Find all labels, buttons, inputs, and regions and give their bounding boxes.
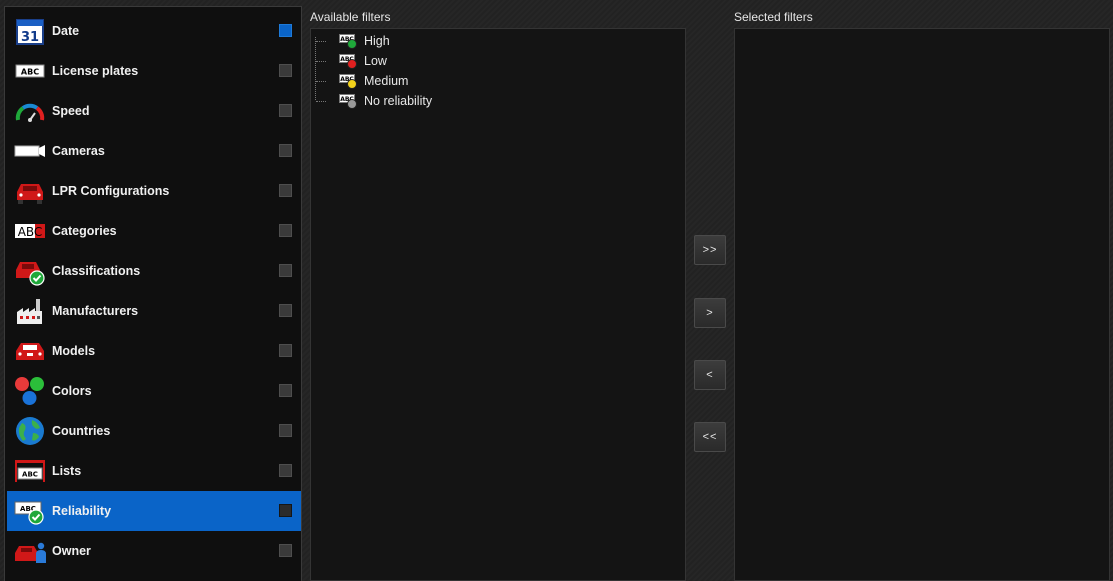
filter-item-label: Owner (52, 544, 91, 558)
available-item-label: High (364, 34, 390, 48)
remove-all-button[interactable]: << (694, 422, 726, 452)
lists-checkbox[interactable] (279, 464, 292, 477)
reliability-icon: ABC (14, 495, 46, 527)
filter-item-lists[interactable]: ABC Lists (7, 451, 301, 491)
filter-category-panel: 31 Date ABC License plates Speed Cameras… (4, 6, 302, 581)
no-reliability-icon: ABC (339, 93, 357, 109)
manufacturers-checkbox[interactable] (279, 304, 292, 317)
add-all-button[interactable]: >> (694, 235, 726, 265)
filter-item-label: LPR Configurations (52, 184, 170, 198)
svg-text:ABC: ABC (18, 225, 43, 239)
colors-checkbox[interactable] (279, 384, 292, 397)
medium-reliability-icon: ABC (339, 73, 357, 89)
classifications-checkbox[interactable] (279, 264, 292, 277)
available-item-low[interactable]: ABC Low (311, 51, 387, 71)
available-item-label: Low (364, 54, 387, 68)
filter-item-label: Date (52, 24, 80, 38)
cameras-checkbox[interactable] (279, 144, 292, 157)
filter-item-reliability[interactable]: ABC Reliability (7, 491, 301, 531)
filter-item-date[interactable]: 31 Date (7, 11, 301, 51)
filter-item-owner[interactable]: Owner (7, 531, 301, 571)
filter-item-label: Models (52, 344, 96, 358)
svg-text:ABC: ABC (21, 68, 39, 77)
available-item-no-reliability[interactable]: ABC No reliability (311, 91, 432, 111)
low-reliability-icon: ABC (339, 53, 357, 69)
date-checkbox[interactable] (279, 24, 292, 37)
filter-item-models[interactable]: Models (7, 331, 301, 371)
filter-item-label: Speed (52, 104, 90, 118)
filter-item-label: Colors (52, 384, 92, 398)
available-filters-title: Available filters (310, 10, 391, 24)
filter-item-cameras[interactable]: Cameras (7, 131, 301, 171)
available-item-medium[interactable]: ABC Medium (311, 71, 408, 91)
colors-icon (14, 375, 46, 407)
filter-item-label: Reliability (52, 504, 112, 518)
camera-icon (14, 135, 46, 167)
abc-category-icon: ABC (14, 215, 46, 247)
filter-item-colors[interactable]: Colors (7, 371, 301, 411)
available-item-label: Medium (364, 74, 409, 88)
filter-item-label: Classifications (52, 264, 141, 278)
countries-checkbox[interactable] (279, 424, 292, 437)
filter-item-label: Manufacturers (52, 304, 139, 318)
filter-item-label: Cameras (52, 144, 105, 158)
filter-item-categories[interactable]: ABC Categories (7, 211, 301, 251)
owner-checkbox[interactable] (279, 544, 292, 557)
high-reliability-icon: ABC (339, 33, 357, 49)
available-item-high[interactable]: ABC High (311, 31, 390, 51)
available-filters-list[interactable]: ABC High ABC Low ABC Medium ABC No relia… (310, 28, 686, 581)
selected-filters-title: Selected filters (734, 10, 813, 24)
globe-icon (14, 415, 46, 447)
lists-icon: ABC (14, 455, 46, 487)
car-check-icon (14, 255, 46, 287)
factory-icon (14, 295, 46, 327)
filter-item-label: License plates (52, 64, 139, 78)
svg-text:31: 31 (21, 30, 39, 45)
remove-button[interactable]: < (694, 360, 726, 390)
filter-item-lpr-configurations[interactable]: LPR Configurations (7, 171, 301, 211)
license-plate-icon: ABC (14, 55, 46, 87)
filter-item-speed[interactable]: Speed (7, 91, 301, 131)
lpr-configurations-checkbox[interactable] (279, 184, 292, 197)
reliability-checkbox[interactable] (279, 504, 292, 517)
filter-item-countries[interactable]: Countries (7, 411, 301, 451)
speed-checkbox[interactable] (279, 104, 292, 117)
svg-text:ABC: ABC (22, 471, 38, 479)
license-plates-checkbox[interactable] (279, 64, 292, 77)
selected-filters-list[interactable] (734, 28, 1110, 581)
red-car-icon (14, 175, 46, 207)
add-button[interactable]: > (694, 298, 726, 328)
models-checkbox[interactable] (279, 344, 292, 357)
filter-item-label: Categories (52, 224, 117, 238)
filter-item-manufacturers[interactable]: Manufacturers (7, 291, 301, 331)
filter-item-license-plates[interactable]: ABC License plates (7, 51, 301, 91)
owner-icon (14, 535, 46, 567)
calendar-icon: 31 (14, 15, 46, 47)
categories-checkbox[interactable] (279, 224, 292, 237)
speedometer-icon (14, 95, 46, 127)
filter-item-classifications[interactable]: Classifications (7, 251, 301, 291)
available-item-label: No reliability (364, 94, 433, 108)
car-model-icon (14, 335, 46, 367)
filter-item-label: Countries (52, 424, 111, 438)
filter-item-label: Lists (52, 464, 82, 478)
